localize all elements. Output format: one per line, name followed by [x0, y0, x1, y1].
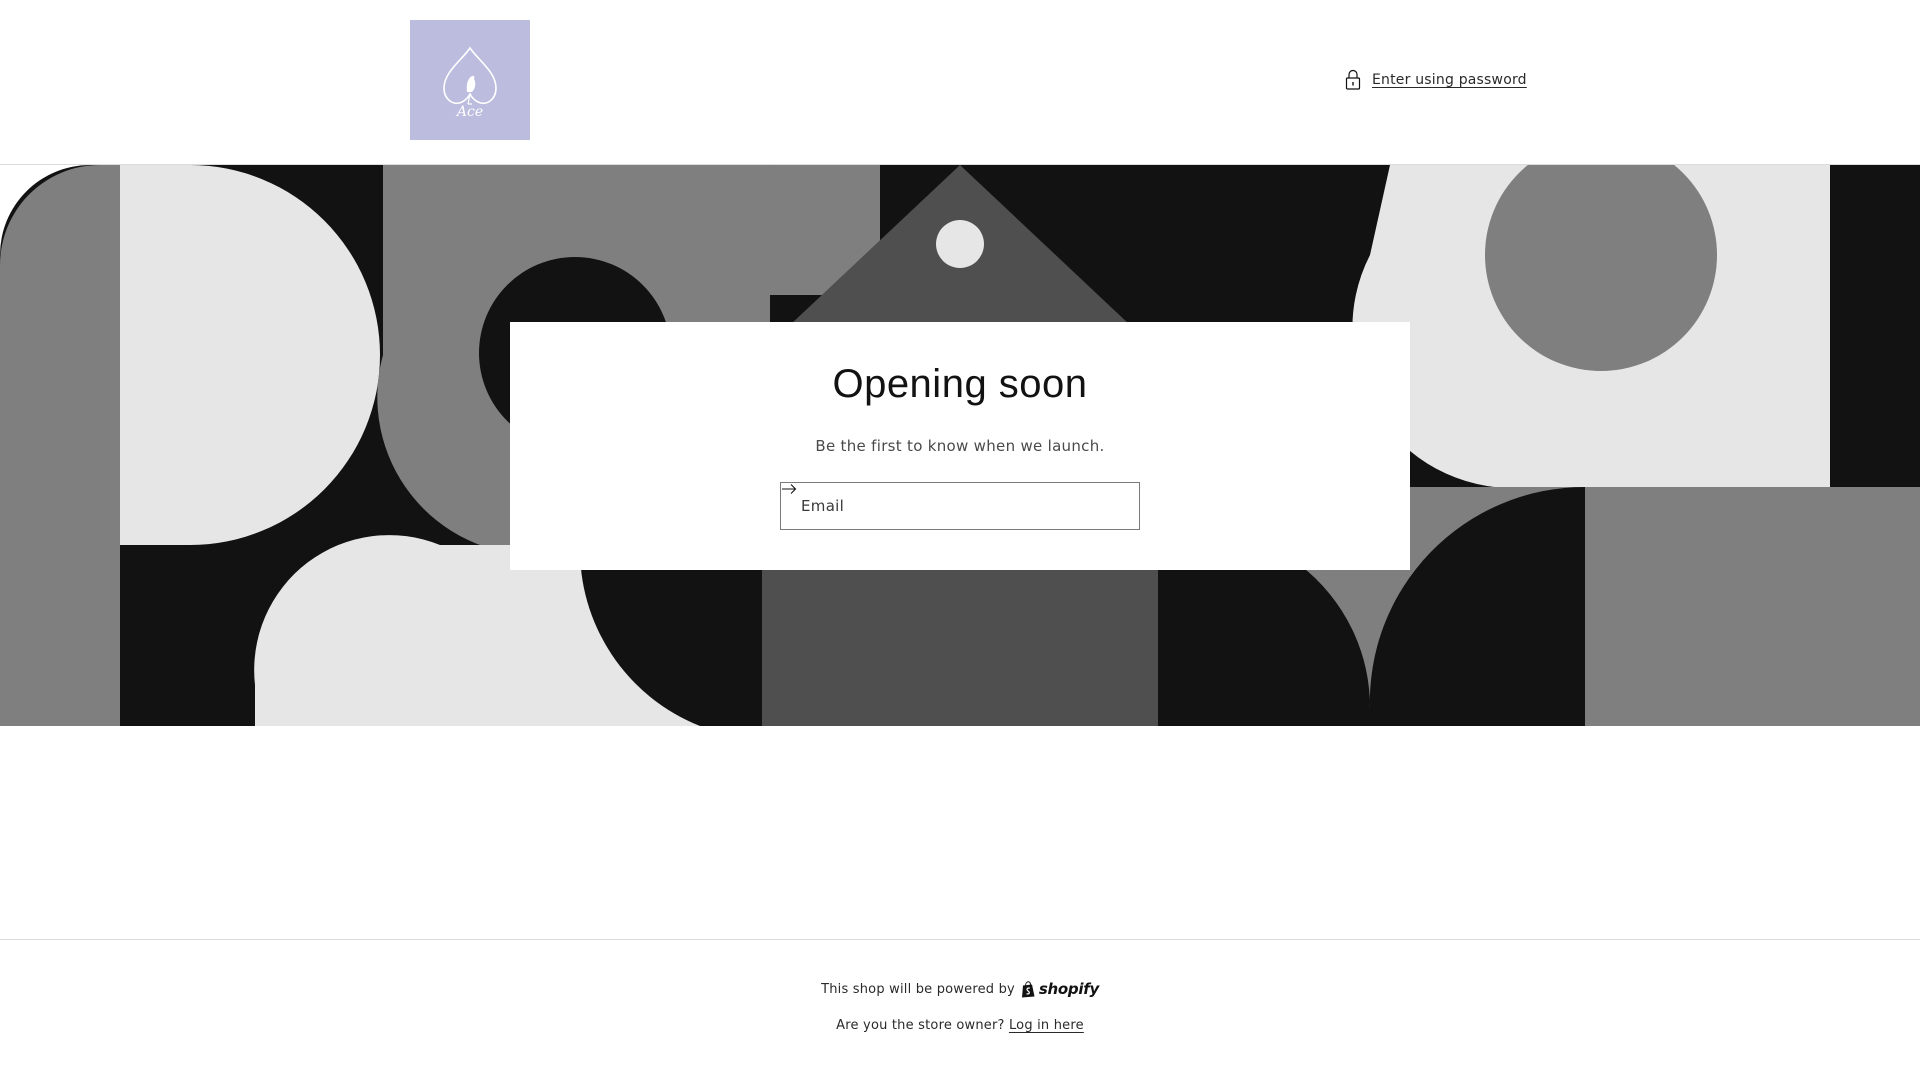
powered-by-line: This shop will be powered by shopify	[0, 980, 1920, 998]
svg-text:Ace: Ace	[455, 104, 483, 120]
shopify-link[interactable]: shopify	[1021, 980, 1099, 998]
arrow-right-icon	[782, 484, 797, 494]
enter-password-label: Enter using password	[1372, 72, 1527, 88]
owner-question: Are you the store owner?	[836, 1018, 1005, 1033]
page-title: Opening soon	[832, 362, 1088, 406]
enter-password-link[interactable]: Enter using password	[1344, 68, 1527, 92]
email-input[interactable]	[781, 483, 1095, 529]
logo-spade-bird-icon: Ace	[443, 46, 497, 120]
store-logo[interactable]: Ace	[410, 20, 530, 140]
subscribe-button[interactable]	[782, 483, 1139, 529]
site-header: Ace Enter using password	[0, 0, 1920, 165]
shopify-wordmark: shopify	[1038, 980, 1099, 998]
newsletter-card: Opening soon Be the first to know when w…	[510, 322, 1410, 570]
login-link[interactable]: Log in here	[1009, 1018, 1084, 1033]
site-footer: This shop will be powered by shopify Are…	[0, 939, 1920, 1080]
lock-icon	[1345, 69, 1361, 90]
powered-by-text: This shop will be powered by	[821, 981, 1015, 997]
hero-banner: Opening soon Be the first to know when w…	[0, 165, 1920, 726]
store-owner-line: Are you the store owner? Log in here	[0, 1018, 1920, 1033]
shopify-bag-icon	[1021, 980, 1035, 997]
email-signup-form	[780, 482, 1140, 530]
page-subtitle: Be the first to know when we launch.	[815, 437, 1105, 455]
